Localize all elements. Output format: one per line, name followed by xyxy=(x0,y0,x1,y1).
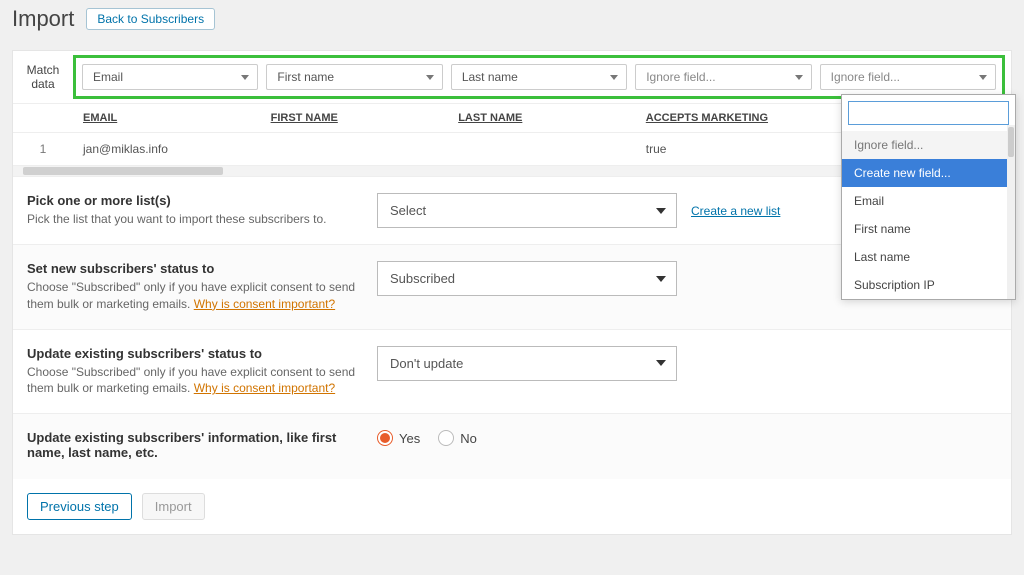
field-mapping-dropdown[interactable]: Ignore field... Create new field... Emai… xyxy=(841,94,1016,300)
dropdown-option-last-name[interactable]: Last name xyxy=(842,243,1015,271)
column-map-5[interactable]: Ignore field... xyxy=(820,64,996,90)
dropdown-option-create-new[interactable]: Create new field... xyxy=(842,159,1015,187)
chevron-down-icon xyxy=(656,360,666,366)
dropdown-option-subscription-ip[interactable]: Subscription IP xyxy=(842,271,1015,299)
th-accepts-marketing[interactable]: ACCEPTS MARKETING xyxy=(636,112,824,124)
dropdown-option-first-name[interactable]: First name xyxy=(842,215,1015,243)
dropdown-scrollbar[interactable] xyxy=(1007,125,1015,299)
chevron-down-icon xyxy=(656,276,666,282)
column-mapping-highlight: Email First name Last name Ignore field.… xyxy=(73,55,1005,99)
consent-link-1[interactable]: Why is consent important? xyxy=(194,297,335,311)
column-map-1[interactable]: Email xyxy=(82,64,258,90)
cell-email: jan@miklas.info xyxy=(73,142,261,156)
create-new-list-link[interactable]: Create a new list xyxy=(691,204,780,218)
status-select[interactable]: Subscribed xyxy=(377,261,677,296)
column-map-4[interactable]: Ignore field... xyxy=(635,64,811,90)
update-status-subtitle: Choose "Subscribed" only if you have exp… xyxy=(27,364,357,398)
radio-no-label: No xyxy=(460,431,477,446)
previous-step-button[interactable]: Previous step xyxy=(27,493,132,520)
dropdown-option-email[interactable]: Email xyxy=(842,187,1015,215)
row-number: 1 xyxy=(13,142,73,156)
update-status-select[interactable]: Don't update xyxy=(377,346,677,381)
scroll-thumb[interactable] xyxy=(23,167,223,175)
consent-link-2[interactable]: Why is consent important? xyxy=(194,381,335,395)
th-first-name[interactable]: FIRST NAME xyxy=(261,112,449,124)
import-button[interactable]: Import xyxy=(142,493,205,520)
pick-lists-subtitle: Pick the list that you want to import th… xyxy=(27,211,357,228)
dropdown-search-input[interactable] xyxy=(848,101,1009,125)
column-map-2[interactable]: First name xyxy=(266,64,442,90)
radio-yes-label: Yes xyxy=(399,431,420,446)
update-info-no-radio[interactable]: No xyxy=(438,430,477,446)
column-map-3[interactable]: Last name xyxy=(451,64,627,90)
pick-lists-title: Pick one or more list(s) xyxy=(27,193,357,208)
status-subtitle: Choose "Subscribed" only if you have exp… xyxy=(27,279,357,313)
status-title: Set new subscribers' status to xyxy=(27,261,357,276)
update-status-title: Update existing subscribers' status to xyxy=(27,346,357,361)
match-data-label: Matchdata xyxy=(13,57,73,98)
back-to-subscribers-button[interactable]: Back to Subscribers xyxy=(86,8,215,30)
list-select[interactable]: Select xyxy=(377,193,677,228)
dropdown-option-ignore[interactable]: Ignore field... xyxy=(842,131,1015,159)
cell-accepts-marketing: true xyxy=(636,142,824,156)
chevron-down-icon xyxy=(656,208,666,214)
th-email[interactable]: EMAIL xyxy=(73,112,261,124)
radio-checked-icon xyxy=(377,430,393,446)
page-title: Import xyxy=(12,6,74,32)
update-info-title: Update existing subscribers' information… xyxy=(27,430,357,460)
update-info-yes-radio[interactable]: Yes xyxy=(377,430,420,446)
radio-unchecked-icon xyxy=(438,430,454,446)
th-last-name[interactable]: LAST NAME xyxy=(448,112,636,124)
dropdown-scroll-thumb[interactable] xyxy=(1008,127,1014,157)
